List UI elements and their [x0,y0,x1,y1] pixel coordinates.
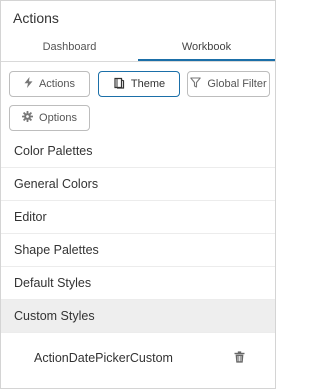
theme-book-icon [113,77,125,92]
theme-button-label: Theme [130,78,166,90]
actions-button-label: Actions [38,78,76,90]
custom-style-item[interactable]: ActionDatePickerCustom [1,341,275,375]
theme-button[interactable]: Theme [98,71,180,97]
lightning-icon [24,77,33,91]
section-color-palettes[interactable]: Color Palettes [1,135,275,168]
global-filter-button-label: Global Filter [207,78,267,90]
tab-bar: Dashboard Workbook [1,35,275,62]
section-default-styles[interactable]: Default Styles [1,267,275,300]
trash-icon[interactable] [234,351,245,366]
actions-panel: Actions Dashboard Workbook Actions Theme… [0,0,276,389]
theme-section-list: Color Palettes General Colors Editor Sha… [1,135,275,333]
options-button[interactable]: Options [9,105,90,131]
tab-dashboard[interactable]: Dashboard [1,35,138,61]
section-general-colors[interactable]: General Colors [1,168,275,201]
section-custom-styles[interactable]: Custom Styles [1,300,275,333]
section-editor[interactable]: Editor [1,201,275,234]
section-shape-palettes[interactable]: Shape Palettes [1,234,275,267]
options-button-label: Options [39,112,77,124]
filter-icon [190,77,202,91]
global-filter-button[interactable]: Global Filter [187,71,270,97]
panel-title: Actions [13,10,59,26]
tab-workbook[interactable]: Workbook [138,35,275,61]
actions-button[interactable]: Actions [9,71,90,97]
gear-icon [22,111,34,125]
custom-style-item-label: ActionDatePickerCustom [34,351,173,365]
